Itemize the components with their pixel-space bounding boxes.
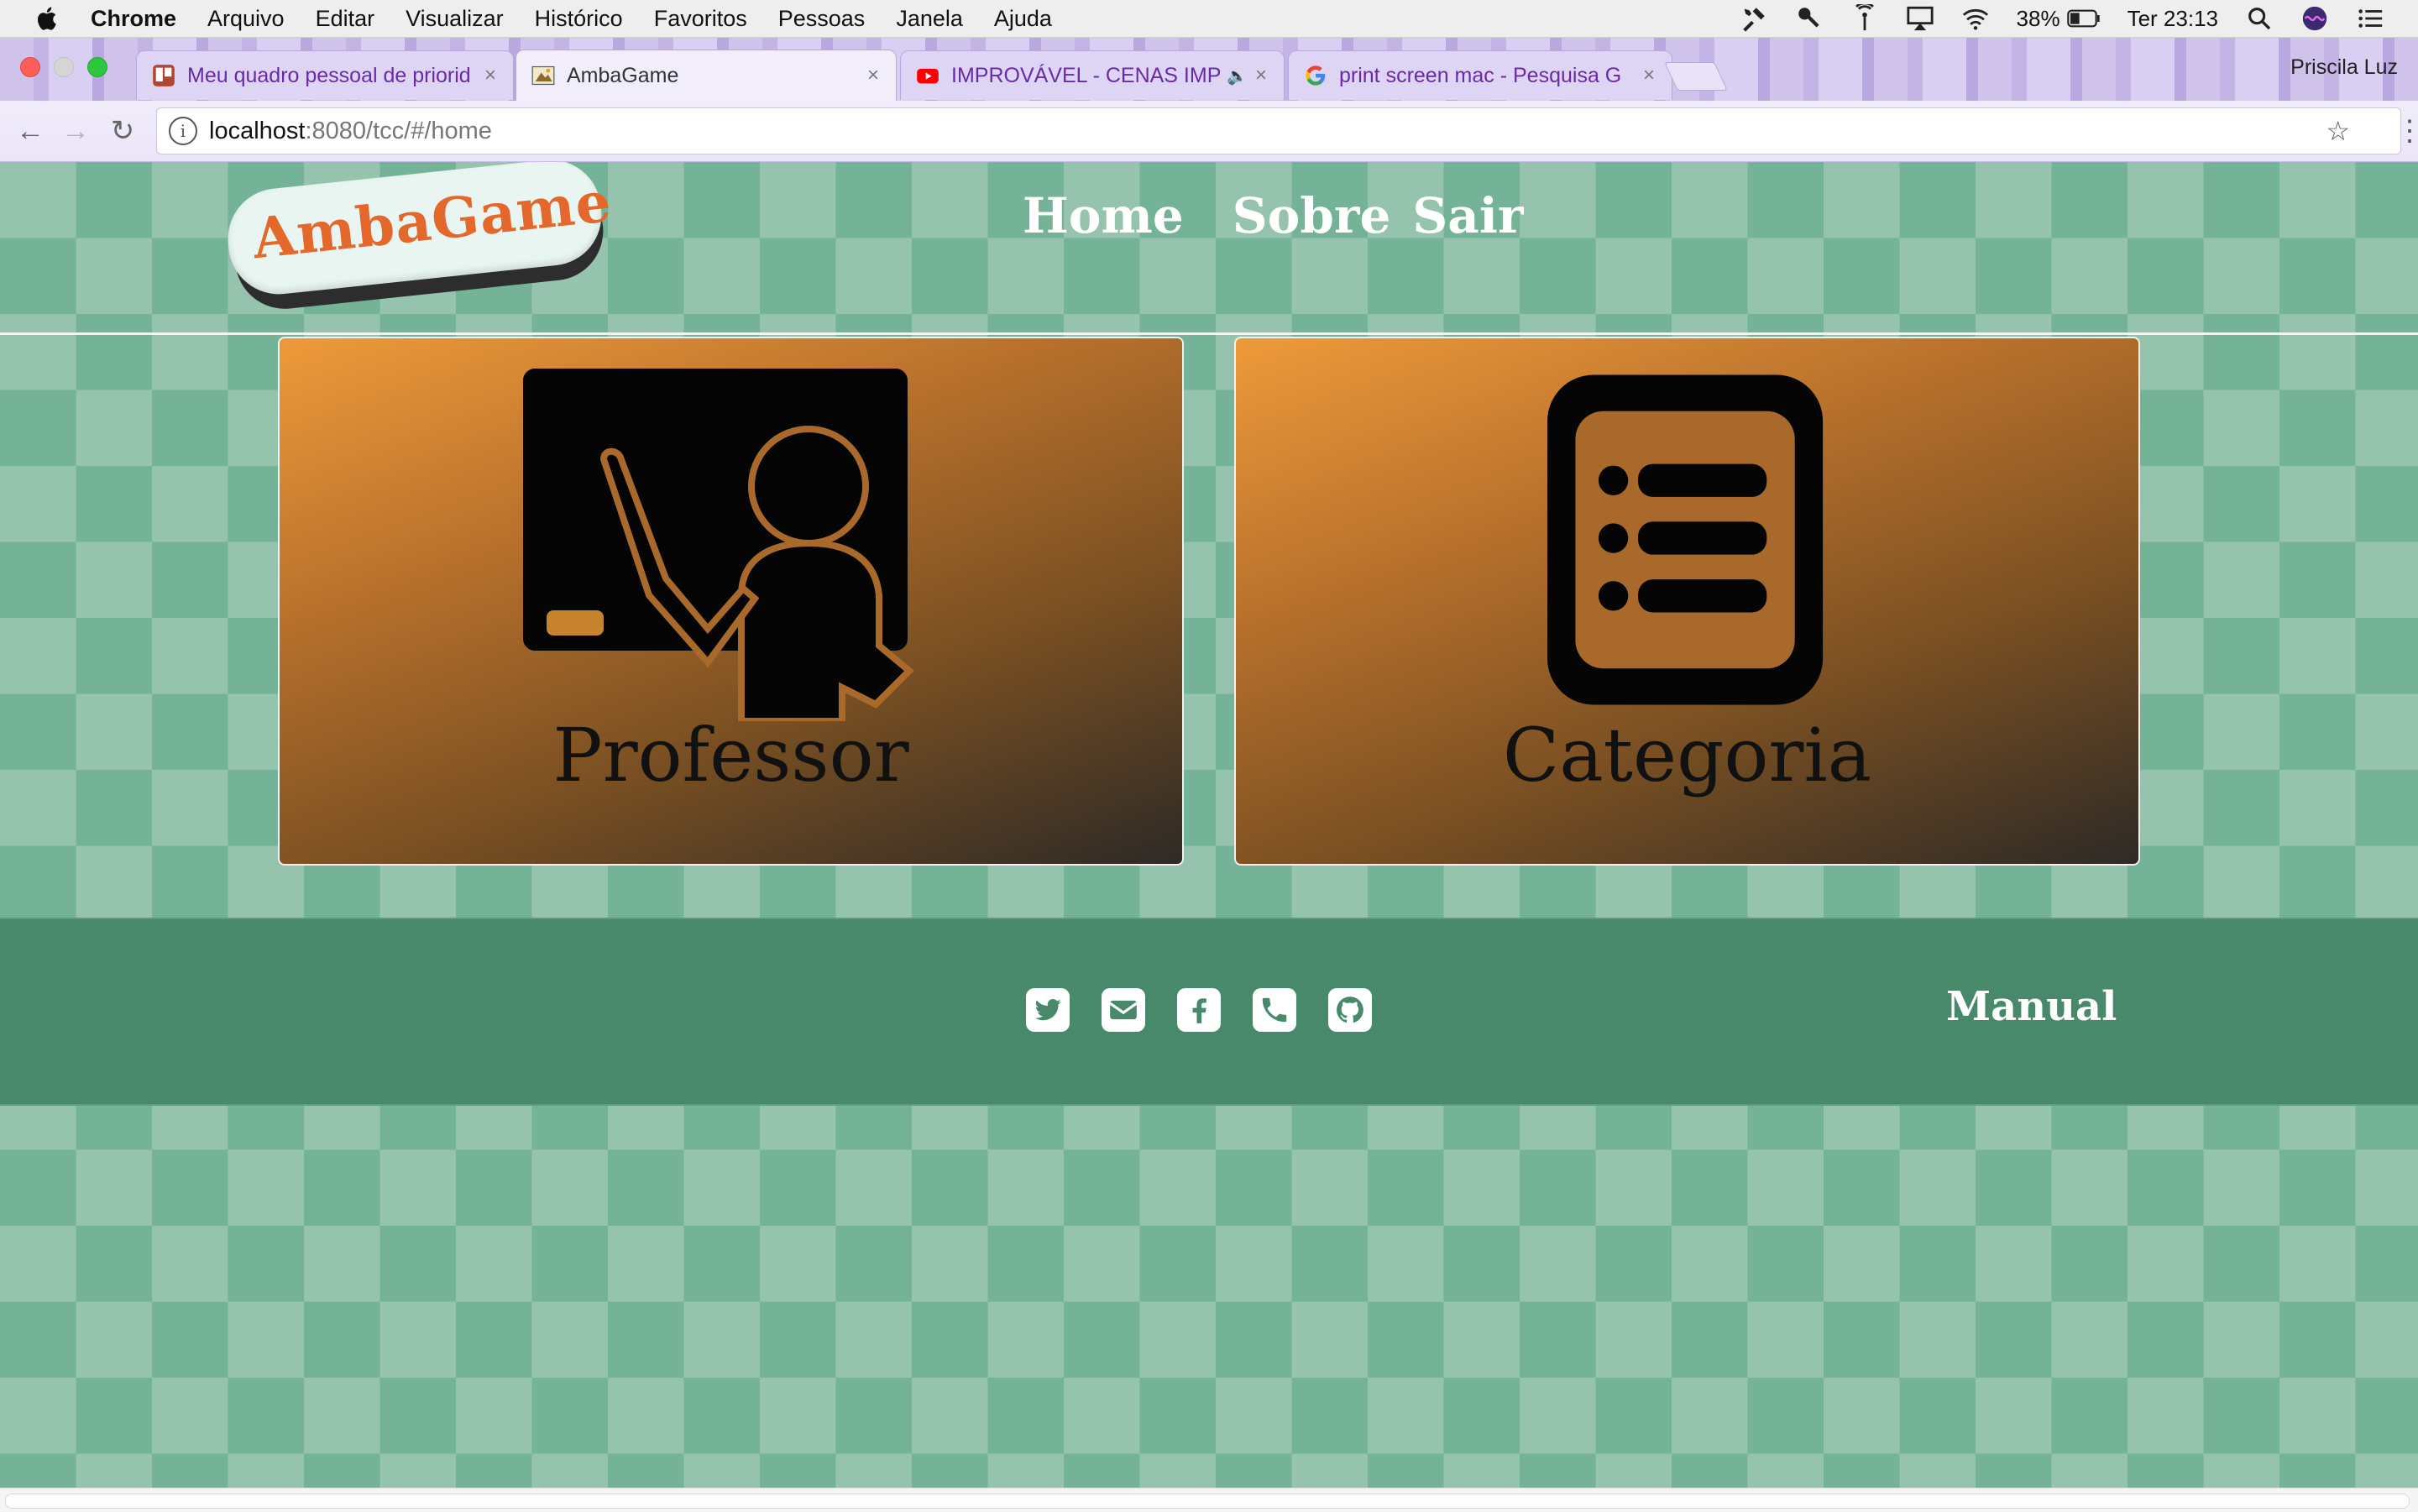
- menu-pessoas[interactable]: Pessoas: [778, 6, 866, 32]
- apple-icon[interactable]: [34, 4, 62, 33]
- tab-title: AmbaGame: [567, 63, 679, 87]
- bookmark-star-icon[interactable]: ☆: [2326, 115, 2350, 147]
- categoria-card[interactable]: Categoria: [1234, 337, 2140, 866]
- forward-arrow-icon[interactable]: →: [59, 114, 92, 148]
- social-links: [1026, 988, 1372, 1032]
- wifi-icon[interactable]: [1961, 4, 1990, 33]
- github-icon[interactable]: [1328, 988, 1372, 1032]
- tab-close-icon[interactable]: ×: [1636, 64, 1662, 87]
- site-footer: Manual: [0, 918, 2418, 1106]
- phone-icon[interactable]: [1253, 988, 1296, 1032]
- tab-close-icon[interactable]: ×: [861, 64, 886, 87]
- ambagame-favicon: [531, 64, 555, 87]
- list-document-icon: [1547, 374, 1824, 705]
- macos-menu-bar: Chrome Arquivo Editar Visualizar Históri…: [0, 0, 2418, 38]
- trello-icon: [152, 64, 175, 87]
- window-close-button[interactable]: [20, 57, 40, 77]
- horizontal-scrollbar[interactable]: [0, 1488, 2418, 1512]
- menu-arquivo[interactable]: Arquivo: [207, 6, 285, 32]
- menu-ajuda[interactable]: Ajuda: [994, 6, 1052, 32]
- menubar-status-area: 38% Ter 23:13: [1740, 0, 2384, 37]
- menu-visualizar[interactable]: Visualizar: [406, 6, 504, 32]
- tab-google[interactable]: print screen mac - Pesquisa G ×: [1288, 50, 1672, 100]
- nav-home-link[interactable]: Home: [1023, 187, 1184, 244]
- reload-icon[interactable]: ↻: [106, 114, 139, 148]
- site-info-icon[interactable]: i: [169, 117, 197, 145]
- menu-janela[interactable]: Janela: [896, 6, 963, 32]
- card-label: Professor: [552, 712, 909, 798]
- professor-card[interactable]: Professor: [278, 337, 1184, 866]
- profile-name[interactable]: Priscila Luz: [2290, 55, 2398, 80]
- facebook-icon[interactable]: [1177, 988, 1221, 1032]
- twitter-icon[interactable]: [1026, 988, 1070, 1032]
- tab-close-icon[interactable]: ×: [478, 64, 503, 87]
- nav-sair-link[interactable]: Sair: [1412, 187, 1523, 244]
- speaker-icon[interactable]: 🔈: [1227, 65, 1248, 86]
- chrome-menu-icon[interactable]: ⋮: [2395, 114, 2418, 148]
- card-label: Categoria: [1502, 712, 1872, 798]
- spotlight-search-icon[interactable]: [2245, 4, 2274, 33]
- window-minimize-button[interactable]: [54, 57, 74, 77]
- menu-historico[interactable]: Histórico: [535, 6, 623, 32]
- tab-close-icon[interactable]: ×: [1248, 64, 1274, 87]
- nav-sobre-link[interactable]: Sobre: [1233, 187, 1391, 244]
- teacher-blackboard-icon: [523, 369, 914, 721]
- manual-link[interactable]: Manual: [1946, 983, 2117, 1030]
- envelope-icon[interactable]: [1102, 988, 1145, 1032]
- page-viewport: AmbaGame Home Sobre Sair Professor Categ…: [0, 162, 2418, 1494]
- tab-title: Meu quadro pessoal de priorid: [187, 63, 471, 87]
- site-logo[interactable]: AmbaGame: [222, 162, 615, 316]
- tab-title: IMPROVÁVEL - CENAS IMP: [951, 63, 1222, 87]
- key-icon[interactable]: [1795, 4, 1824, 33]
- tab-title: print screen mac - Pesquisa G: [1339, 63, 1622, 87]
- address-bar[interactable]: i localhost:8080/tcc/#/home ☆ ⋮: [156, 107, 2418, 154]
- header-divider: [0, 332, 2418, 335]
- tab-trello[interactable]: Meu quadro pessoal de priorid ×: [136, 50, 514, 100]
- menu-favoritos[interactable]: Favoritos: [654, 6, 747, 32]
- airplay-icon[interactable]: [1906, 4, 1934, 33]
- notification-center-icon[interactable]: [2356, 4, 2384, 33]
- scrollbar-thumb[interactable]: [5, 1494, 2410, 1509]
- battery-percent: 38%: [2016, 5, 2060, 31]
- menu-app-name[interactable]: Chrome: [91, 6, 176, 32]
- tab-ambagame[interactable]: AmbaGame ×: [516, 50, 897, 101]
- tools-icon[interactable]: [1740, 4, 1768, 33]
- hotspot-icon[interactable]: [1850, 4, 1879, 33]
- menu-editar[interactable]: Editar: [316, 6, 375, 32]
- tab-youtube[interactable]: IMPROVÁVEL - CENAS IMP 🔈 ×: [900, 50, 1285, 100]
- window-zoom-button[interactable]: [87, 57, 107, 77]
- main-nav: Home Sobre Sair: [1023, 187, 1523, 244]
- clock[interactable]: Ter 23:13: [2128, 6, 2218, 32]
- google-icon: [1304, 64, 1327, 87]
- battery-status[interactable]: 38%: [2017, 6, 2101, 32]
- youtube-icon: [916, 64, 939, 87]
- siri-icon[interactable]: [2300, 4, 2329, 33]
- url-path: :8080/tcc/#/home: [305, 117, 492, 144]
- url-host: localhost: [209, 117, 306, 144]
- back-arrow-icon[interactable]: ←: [13, 114, 47, 148]
- battery-icon: [2066, 9, 2100, 28]
